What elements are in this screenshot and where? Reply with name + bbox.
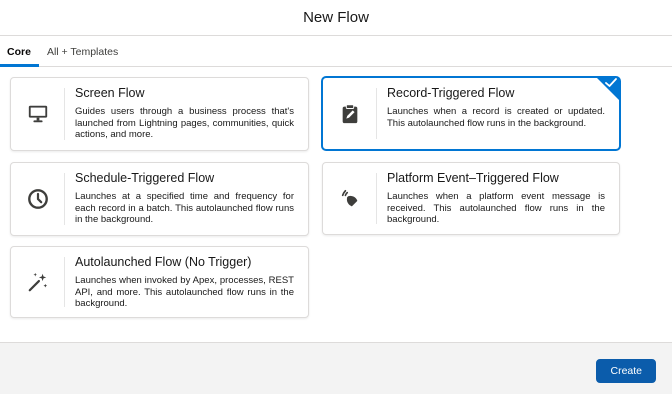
- flow-card-screen[interactable]: Screen Flow Guides users through a busin…: [10, 77, 309, 151]
- modal-header: New Flow: [0, 0, 672, 36]
- card-icon-container: [11, 257, 65, 307]
- card-title: Autolaunched Flow (No Trigger): [75, 255, 252, 269]
- broadcast-signal-icon: [341, 189, 357, 206]
- flow-card-autolaunched[interactable]: Autolaunched Flow (No Trigger) Launches …: [10, 246, 309, 318]
- clock-icon: [27, 189, 48, 209]
- tab-core[interactable]: Core: [0, 37, 39, 67]
- card-description: Launches when a platform event message i…: [387, 191, 605, 225]
- card-title: Schedule-Triggered Flow: [75, 171, 215, 185]
- card-title: Platform Event–Triggered Flow: [387, 171, 559, 185]
- card-icon-container: [11, 173, 65, 225]
- flow-card-platform-event[interactable]: Platform Event–Triggered Flow Launches w…: [322, 162, 620, 235]
- flow-card-record-triggered[interactable]: Record-Triggered Flow Launches when a re…: [322, 77, 620, 150]
- card-icon-container: [323, 88, 377, 139]
- card-description: Launches when invoked by Apex, processes…: [75, 275, 294, 309]
- card-icon-container: [11, 88, 65, 140]
- clipboard-pencil-icon: [342, 103, 357, 123]
- card-title: Record-Triggered Flow: [387, 86, 515, 100]
- flow-card-schedule-triggered[interactable]: Schedule-Triggered Flow Launches at a sp…: [10, 162, 309, 236]
- monitor-icon: [28, 105, 47, 123]
- flow-tabs: Core All + Templates: [0, 37, 672, 67]
- card-title: Screen Flow: [75, 86, 145, 100]
- card-icon-container: [323, 173, 377, 224]
- modal-title: New Flow: [303, 9, 369, 26]
- card-description: Guides users through a business process …: [75, 106, 294, 140]
- card-description: Launches when a record is created or upd…: [387, 106, 605, 129]
- tab-all-templates[interactable]: All + Templates: [39, 37, 126, 66]
- create-button[interactable]: Create: [596, 359, 656, 383]
- checkmark-icon: [605, 78, 617, 87]
- card-description: Launches at a specified time and frequen…: [75, 191, 294, 225]
- modal-footer: Create: [0, 342, 672, 394]
- magic-wand-icon: [28, 272, 47, 292]
